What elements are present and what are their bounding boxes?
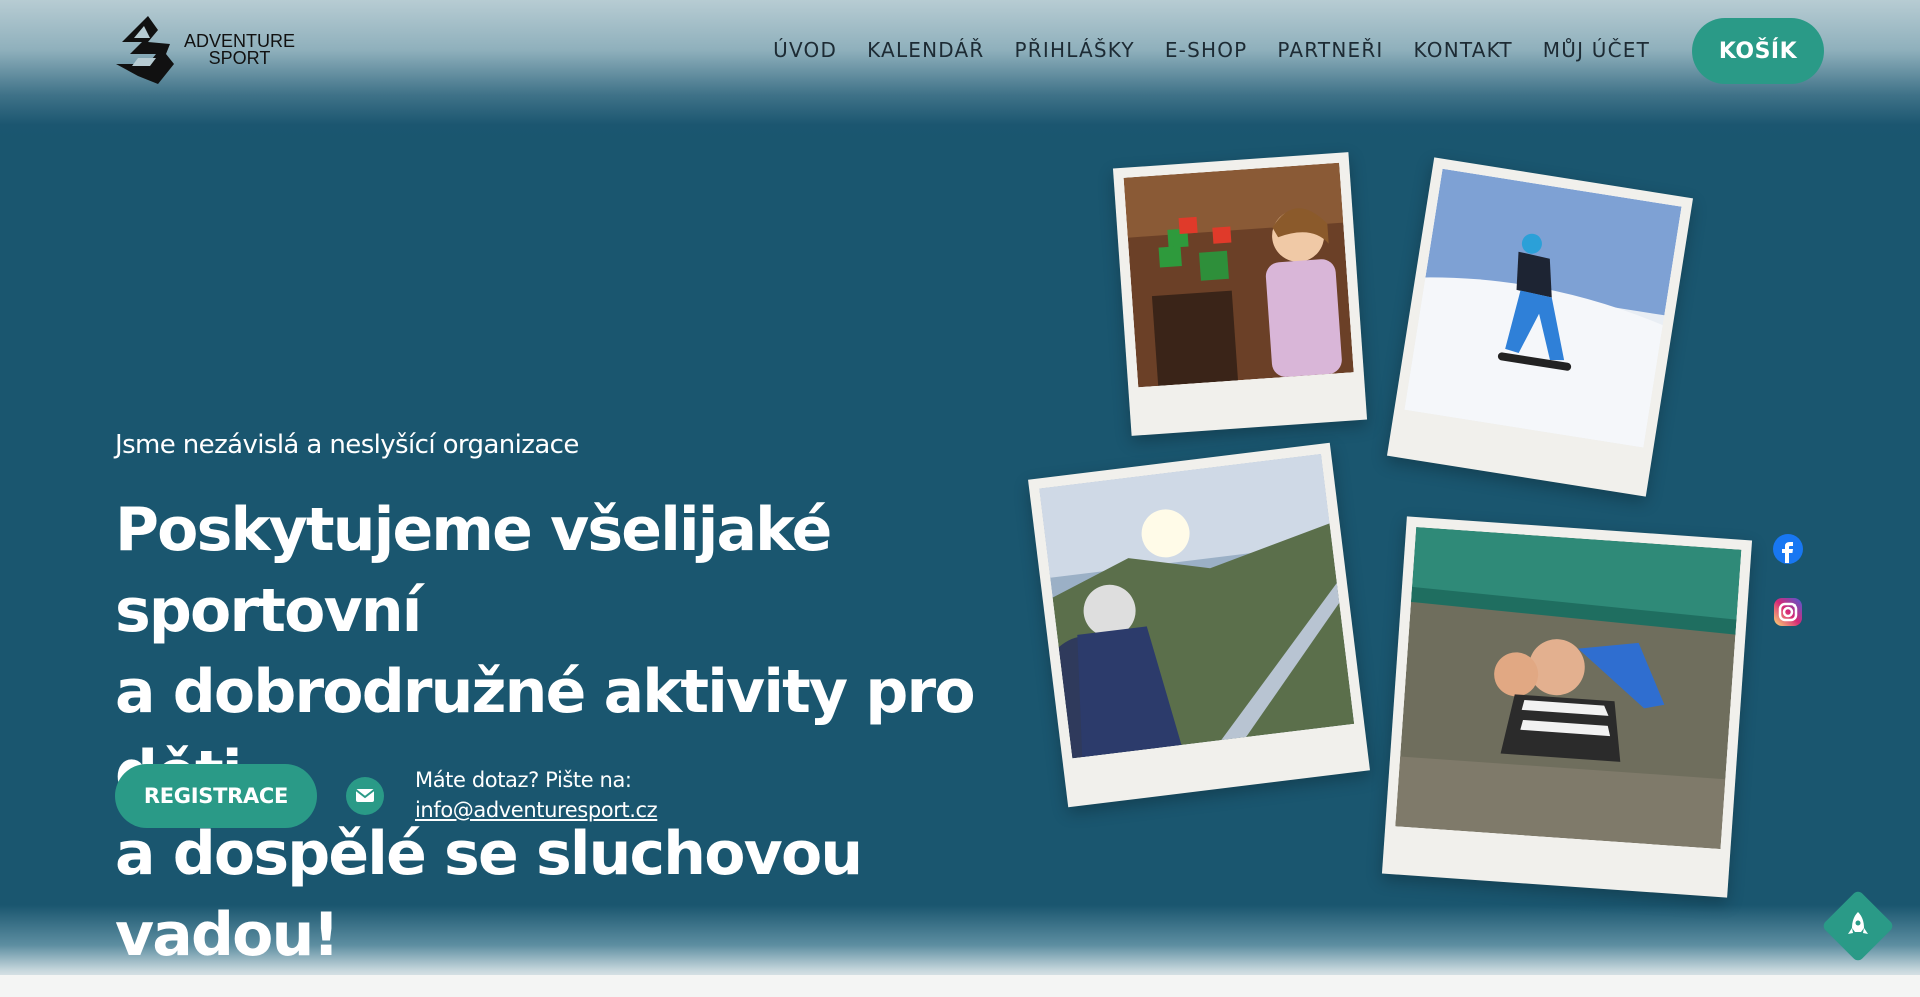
logo-wordmark: ADVENTURE SPORT [184,32,295,68]
hero-headline: Poskytujeme všelijaké sportovní a dobrod… [115,490,1045,976]
photo-snowboarder [1404,168,1682,448]
scroll-to-top-button[interactable] [1821,889,1895,963]
logo-line-2: SPORT [208,48,271,68]
nav-item-partneri[interactable]: PARTNEŘI [1277,36,1383,64]
nav-item-muj-ucet[interactable]: MŮJ ÚČET [1543,36,1650,64]
photo-mountain [1039,453,1355,759]
nav-item-uvod[interactable]: ÚVOD [773,36,837,64]
instagram-icon[interactable] [1772,596,1804,628]
adventure-sport-logo-icon [116,16,174,84]
photo-card-obstacle-race [1381,516,1753,898]
cart-button[interactable]: KOŠÍK [1692,18,1824,84]
headline-line-1: Poskytujeme všelijaké sportovní [115,495,832,646]
hero-tagline: Jsme nezávislá a neslyšící organizace [115,430,579,460]
facebook-icon[interactable] [1772,533,1804,565]
contact-label: Máte dotaz? Pište na: [415,768,632,792]
photo-card-mountain [1028,442,1370,808]
nav-item-eshop[interactable]: E-SHOP [1165,36,1248,64]
rocket-icon [1848,912,1868,934]
nav-item-prihlasky[interactable]: PŘIHLÁŠKY [1015,36,1135,64]
photo-obstacle-race [1395,527,1742,850]
register-button[interactable]: REGISTRACE [115,764,317,828]
mail-icon [346,777,384,815]
headline-line-3: a dospělé se sluchovou vadou! [115,819,863,970]
nav-item-kalendar[interactable]: KALENDÁŘ [867,36,984,64]
contact-email-link[interactable]: info@adventuresport.cz [415,798,658,822]
photo-girl-flowers [1123,162,1354,388]
main-nav: ÚVOD KALENDÁŘ PŘIHLÁŠKY E-SHOP PARTNEŘI … [743,36,1650,64]
logo[interactable]: ADVENTURE SPORT [108,14,295,86]
photo-card-girl-flowers [1112,152,1368,436]
nav-item-kontakt[interactable]: KONTAKT [1414,36,1513,64]
photo-card-snowboarder [1386,157,1694,497]
